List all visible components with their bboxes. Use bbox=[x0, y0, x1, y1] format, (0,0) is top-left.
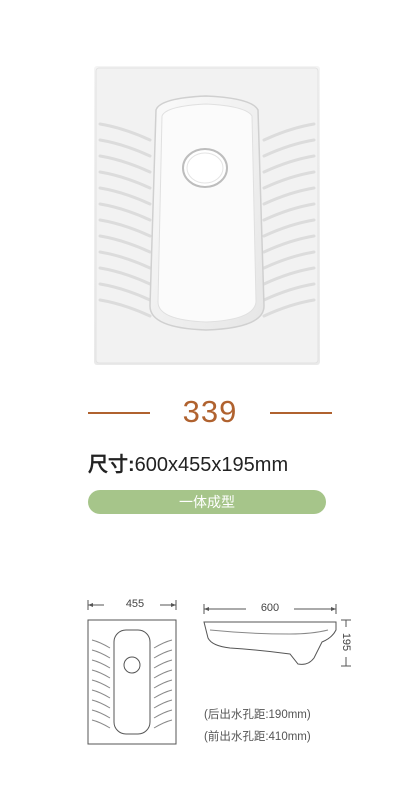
model-divider-right bbox=[270, 412, 332, 414]
size-value: 600x455x195mm bbox=[134, 454, 289, 476]
top-view-width-label: 455 bbox=[112, 598, 158, 610]
product-photo bbox=[94, 66, 320, 365]
top-view-drawing bbox=[87, 600, 177, 745]
side-view-length-label: 600 bbox=[260, 602, 280, 614]
rear-outlet-note: (后出水孔距:190mm) bbox=[204, 709, 311, 721]
model-number: 339 bbox=[182, 394, 238, 429]
front-outlet-note: (前出水孔距:410mm) bbox=[204, 731, 311, 743]
size-label: 尺寸: bbox=[88, 454, 135, 476]
feature-badge: 一体成型 bbox=[88, 490, 326, 514]
side-view-height-label: 195 bbox=[340, 627, 352, 657]
size-row: 尺寸:600x455x195mm bbox=[88, 448, 288, 477]
model-divider-left bbox=[88, 412, 150, 414]
